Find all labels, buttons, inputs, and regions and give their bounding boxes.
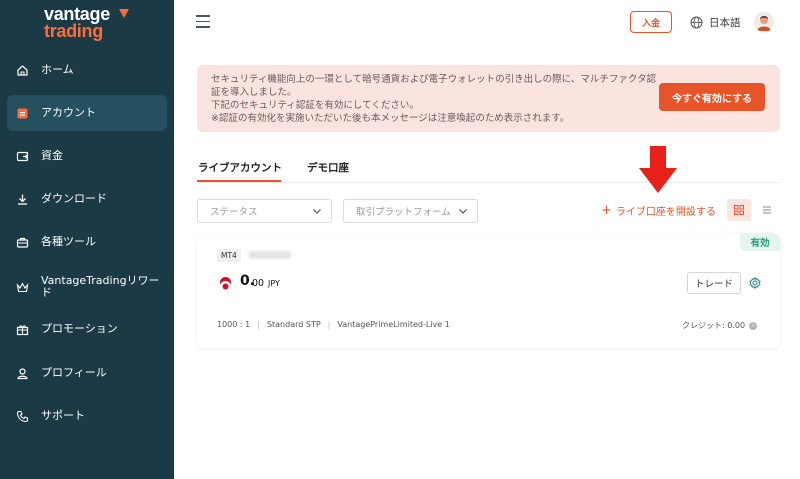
reward-icon — [15, 280, 29, 294]
home-icon — [15, 63, 29, 77]
list-icon — [763, 206, 771, 214]
trade-button[interactable]: トレード — [687, 272, 741, 294]
tab-live-account[interactable]: ライブアカウント — [198, 160, 282, 175]
banner-line: ※認証の有効化を実施いただいた後も本メッセージは注意喚起のため表示されます。 — [211, 113, 570, 124]
sidebar: vantage trading ホーム アカウント 資金 ダウンロード 各種ツー… — [0, 0, 174, 479]
status-badge: 有効 — [740, 233, 780, 251]
logo-mark-icon — [119, 9, 129, 18]
banner-line: 下記のセキュリティ認証を有効にしてください。 — [211, 100, 419, 111]
server-name: VantagePrimeLimited-Live 1 — [337, 320, 450, 329]
enable-now-button[interactable]: 今すぐ有効にする — [659, 83, 765, 111]
leverage: 1000 : 1 — [217, 320, 251, 329]
balance-decimal: 00 — [252, 278, 265, 289]
platform-filter-select[interactable]: 取引プラットフォーム — [343, 199, 478, 223]
sidebar-item-label: アカウント — [41, 106, 96, 119]
download-icon — [15, 192, 29, 206]
chevron-down-icon — [459, 209, 467, 214]
logo-text-line2: trading — [44, 21, 103, 41]
jpy-flag-icon — [220, 277, 231, 292]
sidebar-item-label: 資金 — [41, 149, 63, 162]
balance-currency: JPY — [268, 279, 280, 288]
phone-icon — [15, 409, 29, 423]
funds-icon — [15, 149, 29, 163]
separator: | — [327, 320, 331, 329]
status-filter-placeholder: ステータス — [210, 207, 258, 218]
account-icon — [15, 106, 29, 120]
sidebar-item-support[interactable]: サポート — [7, 398, 167, 434]
gift-icon — [15, 322, 29, 336]
sidebar-item-label: サポート — [41, 409, 85, 422]
account-number-redacted — [249, 251, 291, 259]
account-card: 有効 MT4 0. 00 JPY トレード 1000 : 1 | Standar… — [197, 233, 780, 348]
platform-filter-placeholder: 取引プラットフォーム — [356, 207, 451, 218]
globe-icon — [690, 16, 703, 29]
sidebar-item-label: プロフィール — [41, 366, 107, 379]
top-header: 入金 日本語 — [174, 0, 800, 48]
open-live-account-label: ライブ口座を開設する — [615, 207, 716, 218]
info-icon[interactable]: i — [749, 321, 758, 330]
gear-icon[interactable] — [749, 277, 761, 289]
open-live-account-button[interactable]: + ライブ口座を開設する — [601, 202, 716, 219]
banner-line: セキュリティ機能向上の一環として暗号通貨および電子ウォレットの引き出しの際に、マ… — [211, 74, 656, 98]
language-selector[interactable]: 日本語 — [690, 15, 741, 30]
tab-demo-account[interactable]: デモ口座 — [307, 160, 349, 175]
sidebar-item-profile[interactable]: プロフィール — [7, 355, 167, 391]
sidebar-item-download[interactable]: ダウンロード — [7, 181, 167, 217]
avatar[interactable] — [754, 12, 774, 32]
credit-label: クレジット: 0.00 — [682, 321, 746, 330]
profile-icon — [15, 366, 29, 380]
chevron-down-icon — [313, 209, 321, 214]
credit-info: クレジット: 0.00 i — [682, 320, 758, 331]
sidebar-item-promotion[interactable]: プロモーション — [7, 311, 167, 347]
plus-icon: + — [601, 202, 612, 218]
sidebar-item-label: プロモーション — [41, 322, 118, 335]
sidebar-item-account[interactable]: アカウント — [7, 95, 167, 131]
language-label: 日本語 — [709, 17, 741, 29]
sidebar-item-label: ダウンロード — [41, 192, 107, 205]
separator: | — [257, 320, 260, 329]
mfa-notice-banner: セキュリティ機能向上の一環として暗号通貨および電子ウォレットの引き出しの際に、マ… — [197, 65, 780, 132]
sidebar-item-home[interactable]: ホーム — [7, 52, 167, 88]
banner-message: セキュリティ機能向上の一環として暗号通貨および電子ウォレットの引き出しの際に、マ… — [211, 73, 657, 125]
sidebar-item-label: VantageTradingリワード — [41, 274, 160, 299]
status-filter-select[interactable]: ステータス — [197, 199, 332, 223]
sidebar-item-rewards[interactable]: VantageTradingリワード — [7, 267, 167, 307]
red-arrow-down-icon — [639, 146, 677, 193]
account-meta: 1000 : 1 | Standard STP | VantagePrimeLi… — [217, 320, 450, 329]
grid-view-button[interactable] — [727, 199, 751, 221]
main-content: セキュリティ機能向上の一環として暗号通貨および電子ウォレットの引き出しの際に、マ… — [174, 48, 800, 479]
grid-icon — [734, 205, 744, 215]
sidebar-item-funds[interactable]: 資金 — [7, 138, 167, 174]
platform-badge: MT4 — [217, 249, 241, 262]
sidebar-item-tools[interactable]: 各種ツール — [7, 224, 167, 260]
list-view-button[interactable] — [756, 199, 778, 221]
brand-logo[interactable]: vantage trading — [44, 4, 144, 41]
toolbox-icon — [15, 235, 29, 249]
sidebar-item-label: ホーム — [41, 63, 74, 76]
deposit-button[interactable]: 入金 — [630, 11, 672, 33]
sidebar-item-label: 各種ツール — [41, 235, 96, 248]
account-type: Standard STP — [266, 320, 321, 329]
hamburger-menu-icon[interactable] — [196, 15, 210, 28]
tabs-divider — [197, 182, 780, 183]
